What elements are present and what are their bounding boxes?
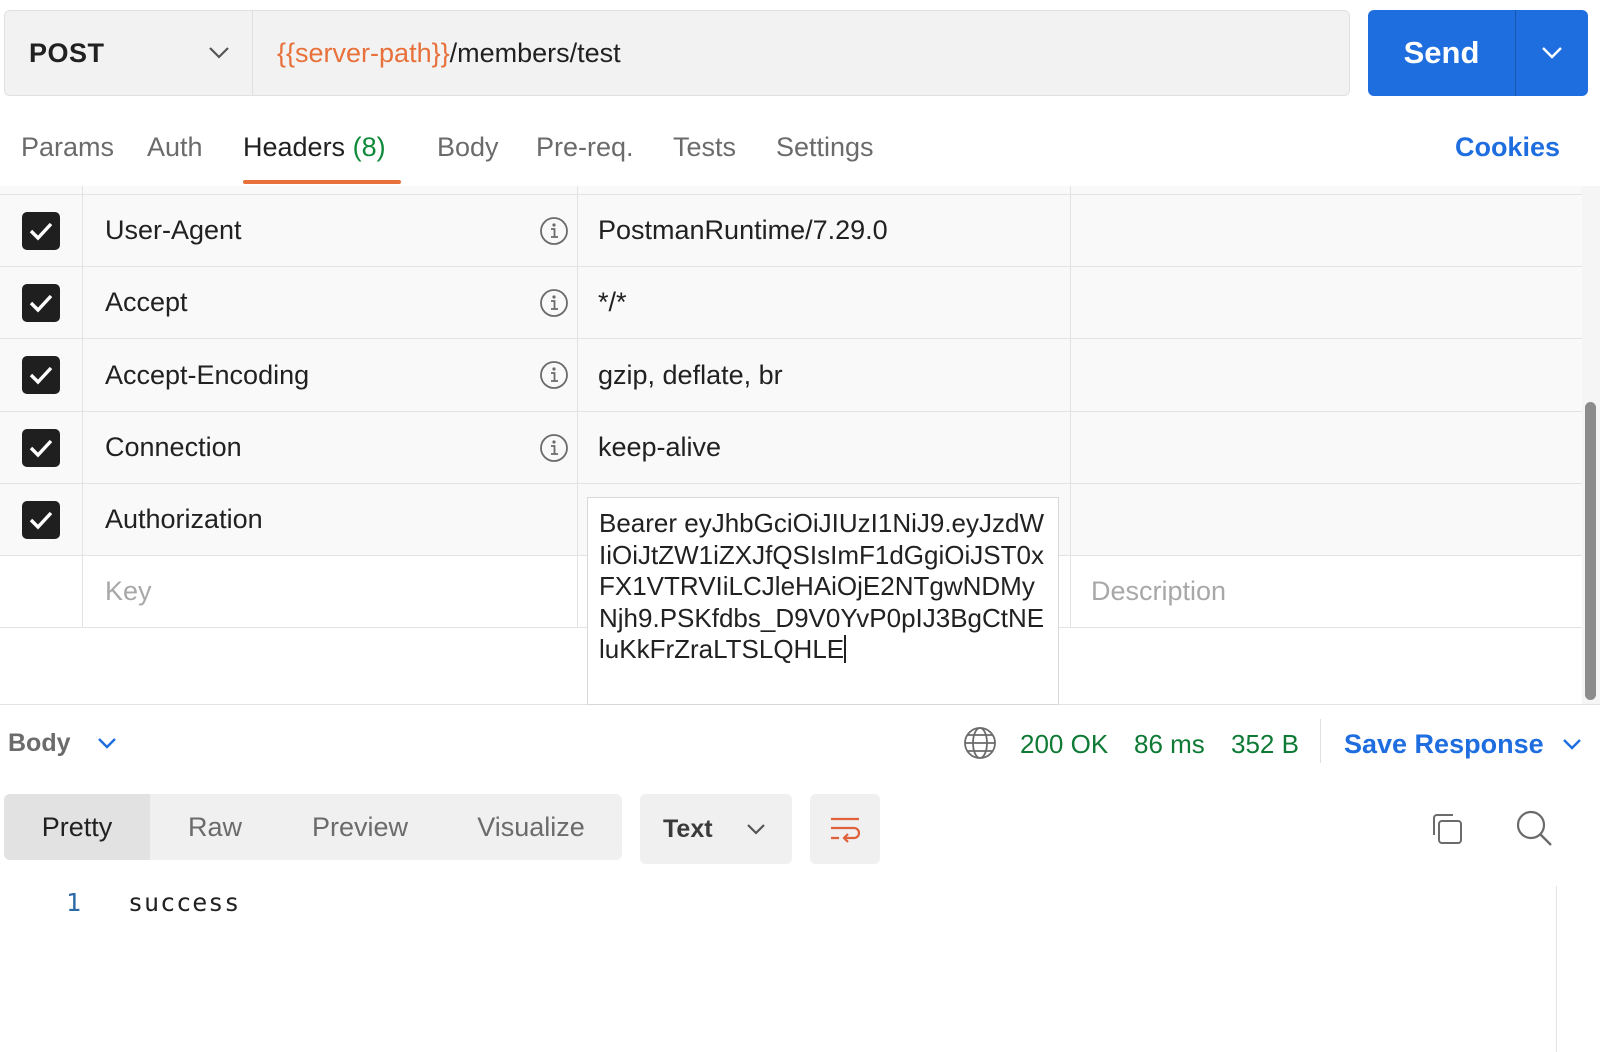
header-value[interactable]: PostmanRuntime/7.29.0 xyxy=(578,195,1071,266)
check-icon xyxy=(29,511,53,529)
save-response-label: Save Response xyxy=(1344,729,1544,759)
header-key-text: Authorization xyxy=(105,504,263,534)
view-pretty[interactable]: Pretty xyxy=(4,794,150,860)
row-checkbox[interactable] xyxy=(22,283,60,322)
row-checkbox[interactable] xyxy=(22,211,60,250)
tab-headers[interactable]: Headers (8) xyxy=(243,132,386,163)
view-raw[interactable]: Raw xyxy=(150,794,280,860)
url-input[interactable]: {{server-path}}/members/test xyxy=(253,11,621,95)
method-dropdown[interactable]: POST xyxy=(5,11,253,95)
tab-headers-label: Headers xyxy=(243,132,346,162)
response-view-tabs: Pretty Raw Preview Visualize xyxy=(4,794,622,860)
header-description[interactable] xyxy=(1071,267,1582,338)
header-key[interactable]: User-Agent xyxy=(83,195,578,266)
header-key[interactable]: Authorization xyxy=(83,484,578,555)
header-key-text: Connection xyxy=(105,432,242,462)
header-row: Accept-Encoding gzip, deflate, br xyxy=(0,339,1582,412)
header-row: User-Agent PostmanRuntime/7.29.0 xyxy=(0,195,1582,267)
chevron-down-icon xyxy=(1542,47,1562,59)
header-key[interactable]: Accept-Encoding xyxy=(83,339,578,411)
chevron-down-icon xyxy=(97,738,116,749)
globe-icon[interactable] xyxy=(962,725,998,761)
header-key-text: User-Agent xyxy=(105,215,242,245)
header-row: Connection keep-alive xyxy=(0,412,1582,484)
wrap-lines-button[interactable] xyxy=(810,794,880,864)
editor-minimap-border xyxy=(1556,886,1557,1052)
info-icon[interactable] xyxy=(539,360,569,390)
response-body-label: Body xyxy=(8,729,71,757)
response-size[interactable]: 352 B xyxy=(1231,729,1299,760)
header-description[interactable] xyxy=(1071,412,1582,483)
key-placeholder: Key xyxy=(105,576,152,606)
description-placeholder: Description xyxy=(1091,576,1227,606)
active-tab-indicator xyxy=(243,180,401,184)
chevron-down-icon xyxy=(209,47,229,59)
send-button-group: Send xyxy=(1368,10,1588,96)
response-time[interactable]: 86 ms xyxy=(1134,729,1205,760)
request-url-bar: POST {{server-path}}/members/test xyxy=(4,10,1350,96)
response-bar: Body 200 OK 86 ms 352 B Save Response xyxy=(0,704,1600,782)
headers-count-badge: (8) xyxy=(352,132,386,162)
row-checkbox[interactable] xyxy=(22,500,60,539)
cookies-link[interactable]: Cookies xyxy=(1455,132,1560,163)
tab-body[interactable]: Body xyxy=(437,132,499,163)
chevron-down-icon xyxy=(747,823,765,835)
response-code-line: 1 success xyxy=(0,888,1600,928)
response-content[interactable]: success xyxy=(128,888,240,917)
header-description[interactable] xyxy=(1071,484,1582,555)
info-icon[interactable] xyxy=(539,433,569,463)
header-description[interactable] xyxy=(1071,195,1582,266)
authorization-value-text: Bearer eyJhbGciOiJIUzI1NiJ9.eyJzdWIiOiJt… xyxy=(599,508,1045,664)
line-number: 1 xyxy=(66,888,82,917)
header-key[interactable]: Accept xyxy=(83,267,578,338)
header-key[interactable]: Connection xyxy=(83,412,578,483)
method-label: POST xyxy=(29,37,105,68)
url-variable: {{server-path}} xyxy=(277,37,450,68)
headers-scrollbar-thumb[interactable] xyxy=(1585,402,1596,700)
row-checkbox[interactable] xyxy=(22,428,60,467)
row-checkbox[interactable] xyxy=(22,356,60,394)
copy-icon[interactable] xyxy=(1428,810,1466,848)
new-key-input[interactable]: Key xyxy=(83,556,578,627)
divider xyxy=(1320,719,1321,763)
search-icon[interactable] xyxy=(1514,808,1554,848)
check-icon xyxy=(29,439,53,457)
header-value[interactable]: gzip, deflate, br xyxy=(578,339,1071,411)
header-row: Accept */* xyxy=(0,267,1582,339)
tab-auth[interactable]: Auth xyxy=(147,132,203,163)
tab-tests[interactable]: Tests xyxy=(673,132,736,163)
header-key-text: Accept-Encoding xyxy=(105,359,310,390)
url-path: /members/test xyxy=(449,37,621,68)
table-row xyxy=(0,186,1582,195)
request-tabs: Params Auth Headers (8) Body Pre-req. Te… xyxy=(0,118,1600,186)
send-options-button[interactable] xyxy=(1516,10,1588,96)
format-dropdown[interactable]: Text xyxy=(640,794,792,864)
check-icon xyxy=(29,294,53,312)
info-icon[interactable] xyxy=(539,216,569,246)
header-value[interactable]: */* xyxy=(578,267,1071,338)
wrap-lines-icon xyxy=(831,817,861,843)
view-preview[interactable]: Preview xyxy=(280,794,440,860)
format-label: Text xyxy=(663,814,713,843)
header-description[interactable] xyxy=(1071,339,1582,411)
status-code[interactable]: 200 OK xyxy=(1020,729,1108,760)
tab-params[interactable]: Params xyxy=(21,132,114,163)
new-description-input[interactable]: Description xyxy=(1071,556,1582,627)
check-icon xyxy=(29,366,53,385)
tab-prereq[interactable]: Pre-req. xyxy=(536,132,634,163)
authorization-value-editor[interactable]: Bearer eyJhbGciOiJIUzI1NiJ9.eyJzdWIiOiJt… xyxy=(587,497,1059,705)
response-body-dropdown[interactable]: Body xyxy=(8,729,117,758)
view-visualize[interactable]: Visualize xyxy=(440,794,622,860)
send-button[interactable]: Send xyxy=(1368,10,1516,96)
save-response-button[interactable]: Save Response xyxy=(1344,729,1582,760)
info-icon[interactable] xyxy=(539,288,569,318)
tab-settings[interactable]: Settings xyxy=(776,132,874,163)
header-value[interactable]: keep-alive xyxy=(578,412,1071,483)
check-icon xyxy=(29,222,53,240)
header-key-text: Accept xyxy=(105,287,188,317)
chevron-down-icon xyxy=(1562,739,1581,750)
text-caret xyxy=(844,635,847,663)
